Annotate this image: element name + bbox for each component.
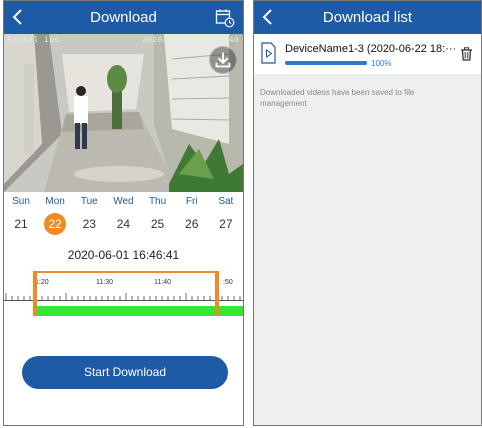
week-day-name: Fri [185,196,198,207]
download-list-item[interactable]: DeviceName1-3 (2020-06-22 18:··· 100% [254,34,481,74]
timeline-label: :50 [223,279,233,286]
week-day[interactable]: Thu 25 [141,195,175,235]
week-date-picker: Sun 21 Mon 22 Tue 23 Wed 24 Thu 25 Fri 26 Sat 27 [4,195,243,235]
week-day-name: Thu [148,196,167,207]
week-date: 26 [185,217,199,231]
download-list-screen: Download list DeviceName1-3 (2020-06-22 … [253,0,482,426]
timestamp-overlay: 2020/06/01 16:46:40 [142,36,239,45]
download-saved-note: Downloaded videos have been saved to fil… [260,88,415,108]
week-day-name: Mon [45,196,65,207]
week-day-name: Sat [218,196,234,207]
selection-range [33,271,219,316]
week-day[interactable]: Tue 23 [72,195,106,235]
video-file-icon [261,42,276,64]
current-datetime: 2020-06-01 16:46:41 [67,248,180,262]
page-title: Download list [322,9,413,26]
trash-icon[interactable] [460,47,473,61]
calendar-clock-icon[interactable] [215,8,235,28]
video-frame [4,34,243,192]
week-date: 23 [82,217,96,231]
week-day[interactable]: Sat 27 [209,195,243,235]
week-day[interactable]: Fri 26 [175,195,209,235]
download-file-name: DeviceName1-3 (2020-06-22 18:··· [285,43,457,55]
week-day-name: Wed [113,196,134,207]
download-screen: Download Facial ipc 2020/06/01 16:46:40 … [3,0,244,426]
selection-start-handle[interactable] [33,271,37,316]
week-date: 25 [150,217,165,231]
week-date-selected: 22 [44,213,67,235]
header-bar: Download list [254,1,481,34]
download-progress-label: 100% [371,59,392,68]
week-date: 24 [116,217,131,231]
start-download-button[interactable]: Start Download [22,356,228,389]
page-title: Download [90,9,157,26]
header-bar: Download [4,1,243,34]
week-day-name: Tue [80,196,98,207]
download-icon[interactable] [209,46,237,74]
video-preview[interactable]: Facial ipc 2020/06/01 16:46:40 [4,34,243,192]
week-day[interactable]: Wed 24 [106,195,140,235]
download-progress-bar [285,61,367,65]
week-day[interactable]: Mon 22 [38,195,72,235]
download-progress-fill [285,61,367,65]
week-date: 21 [14,217,28,231]
week-date: 27 [219,217,233,231]
timeline-ruler[interactable]: 1:20 11:30 11:40 :50 [4,271,243,317]
week-day-name: Sun [12,196,30,207]
camera-name-overlay: Facial ipc [7,36,61,45]
selection-end-handle[interactable] [215,271,219,316]
week-day[interactable]: Sun 21 [4,195,38,235]
